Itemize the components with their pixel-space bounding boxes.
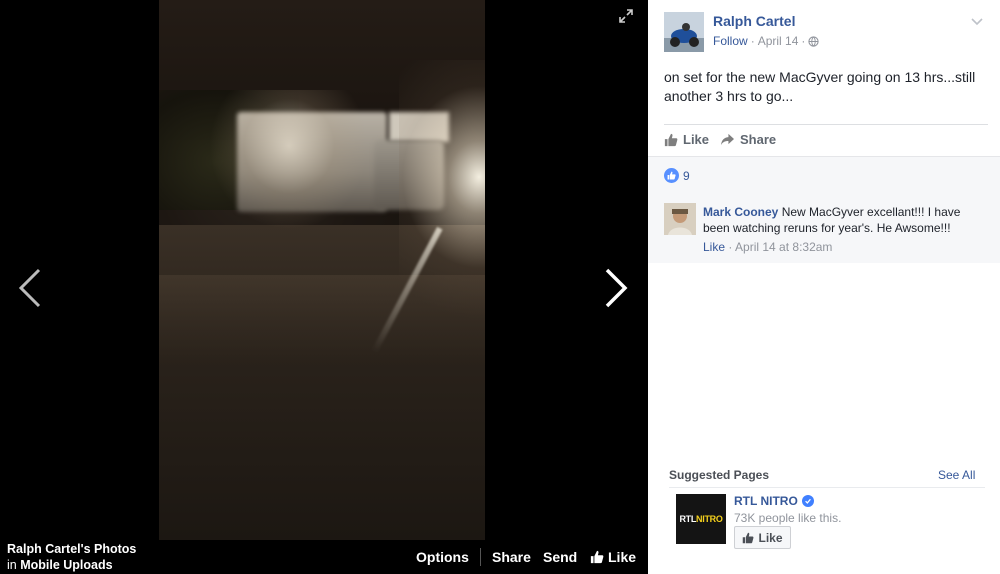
options-button[interactable]: Options: [416, 549, 469, 565]
post-date[interactable]: April 14: [758, 34, 799, 48]
logo-text: RTLNITRO: [679, 514, 722, 524]
like-reaction-icon: [664, 168, 679, 183]
photo-light-glow: [209, 90, 369, 230]
send-button[interactable]: Send: [543, 549, 577, 565]
checkmark-icon: [804, 498, 811, 504]
meta-separator: ·: [750, 34, 755, 48]
reactions-summary[interactable]: 9: [664, 168, 690, 183]
post-divider: [664, 124, 988, 125]
comment-time[interactable]: April 14 at 8:32am: [735, 240, 832, 254]
post-text: on set for the new MacGyver going on 13 …: [664, 69, 976, 104]
next-photo-button[interactable]: [596, 260, 636, 316]
album-owner-link[interactable]: Ralph Cartel's Photos: [7, 541, 136, 557]
post-options-button[interactable]: [970, 14, 984, 32]
photo-viewer: Ralph Cartel's Photos in Mobile Uploads …: [0, 0, 648, 574]
previous-photo-button[interactable]: [12, 260, 52, 316]
verified-badge-icon: [801, 495, 814, 507]
share-arrow-icon: [721, 133, 734, 146]
like-page-button[interactable]: Like: [734, 526, 791, 549]
meta-separator: ·: [801, 34, 806, 48]
comment-meta: Like · April 14 at 8:32am: [703, 240, 832, 254]
photo[interactable]: [159, 0, 485, 540]
chevron-down-icon: [971, 18, 983, 26]
album-prefix: in: [7, 558, 17, 572]
author-name-link[interactable]: Ralph Cartel: [713, 13, 795, 29]
expand-fullscreen-button[interactable]: [619, 9, 633, 23]
comment-meta-separator: ·: [728, 240, 733, 254]
like-label: Like: [608, 549, 637, 565]
thumbs-up-icon: [667, 171, 676, 180]
commenter-name-link[interactable]: Mark Cooney: [703, 205, 778, 219]
like-page-label: Like: [758, 530, 783, 545]
suggested-page-name: RTL NITRO: [734, 494, 798, 508]
share-button[interactable]: Share: [492, 549, 531, 565]
suggested-pages-heading: Suggested Pages: [669, 468, 770, 482]
chevron-right-icon: [605, 268, 628, 308]
suggested-page-name-link[interactable]: RTL NITRO: [734, 494, 814, 508]
comment-body: Mark Cooney New MacGyver excellant!!! I …: [703, 204, 988, 236]
like-button[interactable]: Like: [590, 549, 636, 565]
suggested-page-logo[interactable]: RTLNITRO: [676, 494, 726, 544]
chevron-left-icon: [18, 268, 41, 308]
follow-link[interactable]: Follow: [713, 34, 748, 48]
comment-like-link[interactable]: Like: [703, 240, 725, 254]
footer-divider: [480, 548, 481, 566]
suggested-page-likes: 73K people like this.: [734, 511, 842, 525]
expand-icon: [619, 9, 633, 23]
globe-icon[interactable]: [808, 35, 820, 47]
suggested-divider: [669, 487, 985, 488]
thumbs-up-icon: [590, 550, 604, 564]
logo-text-yellow: NITRO: [696, 514, 723, 524]
see-all-link[interactable]: See All: [938, 468, 975, 482]
thumbs-up-icon: [664, 133, 678, 146]
post-share-label: Share: [740, 132, 777, 147]
reaction-count: 9: [683, 168, 690, 183]
thumbs-up-icon: [743, 532, 754, 543]
logo-text-white: RTL: [679, 514, 697, 524]
post-meta: Follow · April 14 ·: [713, 34, 820, 48]
post-like-label: Like: [683, 132, 710, 147]
commenter-avatar[interactable]: [664, 203, 696, 235]
post-like-button[interactable]: Like: [664, 132, 709, 147]
avatar-image: [664, 12, 704, 52]
album-name-link[interactable]: Mobile Uploads: [20, 558, 112, 572]
post-panel: Ralph Cartel Follow · April 14 · on set …: [648, 0, 1000, 574]
author-avatar[interactable]: [664, 12, 704, 52]
album-info: Ralph Cartel's Photos in Mobile Uploads: [7, 541, 136, 573]
comments-section: 9 Mark Cooney New MacGyver excellant!!! …: [648, 156, 1000, 263]
commenter-avatar-image: [664, 203, 696, 235]
post-share-button[interactable]: Share: [720, 132, 776, 147]
